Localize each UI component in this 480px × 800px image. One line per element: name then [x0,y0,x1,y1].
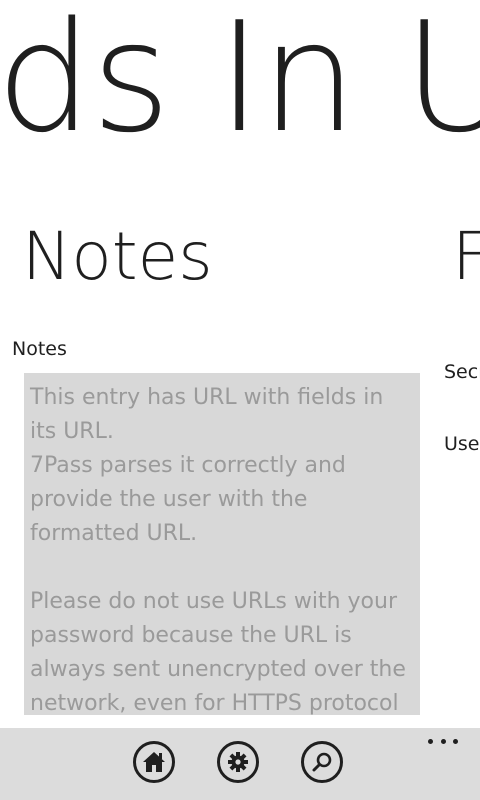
secret-field-clip: Secr [444,361,480,383]
search-button[interactable] [301,741,343,783]
user-field-clip: User [444,433,480,455]
gear-icon [228,752,248,772]
section-header-next[interactable]: F [452,224,480,290]
notes-label: Notes [12,338,67,360]
user-label: User [444,433,480,455]
page: ds In U Notes F Notes This entry has URL… [0,0,480,800]
notes-textbox[interactable]: This entry has URL with fields in its UR… [24,373,420,715]
notes-text: This entry has URL with fields in its UR… [30,385,406,715]
home-button[interactable] [133,741,175,783]
home-icon [143,752,165,772]
panorama-title-text: ds In U [0,0,480,166]
settings-button[interactable] [217,741,259,783]
panorama-title: ds In U [0,0,480,190]
section-header-notes[interactable]: Notes [22,224,213,290]
ellipsis-icon-dot [453,738,458,744]
app-bar [0,728,480,800]
ellipsis-icon-dot [440,738,446,744]
ellipsis-icon-dot [428,738,433,744]
more-options-button[interactable] [428,734,458,748]
secret-label: Secr [444,361,480,383]
search-icon [312,752,332,772]
